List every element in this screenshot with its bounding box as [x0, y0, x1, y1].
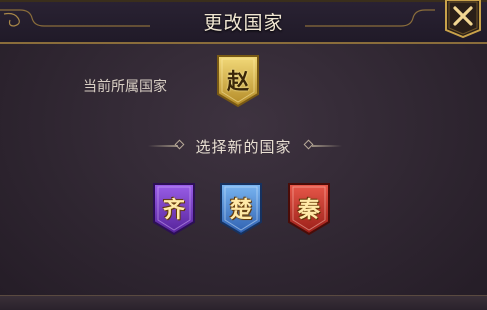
country-option-chu[interactable]: 楚	[219, 182, 263, 236]
choose-new-country-title: 选择新的国家	[195, 138, 292, 156]
country-glyph-chu: 楚	[229, 197, 252, 223]
change-country-dialog: 更改国家 当前所属国家 赵 选择新的国家 齐 楚 秦	[0, 0, 487, 310]
title-bar: 更改国家	[0, 0, 487, 44]
dialog-title: 更改国家	[203, 12, 284, 34]
country-glyph-qin: 秦	[297, 197, 320, 223]
current-country-badge: 赵	[216, 54, 260, 108]
current-country-glyph: 赵	[226, 69, 249, 95]
title-ornament-left	[0, 9, 150, 27]
current-country-label: 当前所属国家	[83, 79, 167, 95]
section-title: 选择新的国家	[0, 136, 487, 156]
country-glyph-qi: 齐	[162, 197, 185, 223]
close-x-icon	[445, 0, 481, 39]
divider-right	[312, 145, 342, 147]
country-option-qi[interactable]: 齐	[152, 182, 196, 236]
bottom-frame	[0, 295, 487, 310]
country-option-qin[interactable]: 秦	[287, 182, 331, 236]
close-button[interactable]	[445, 0, 481, 39]
